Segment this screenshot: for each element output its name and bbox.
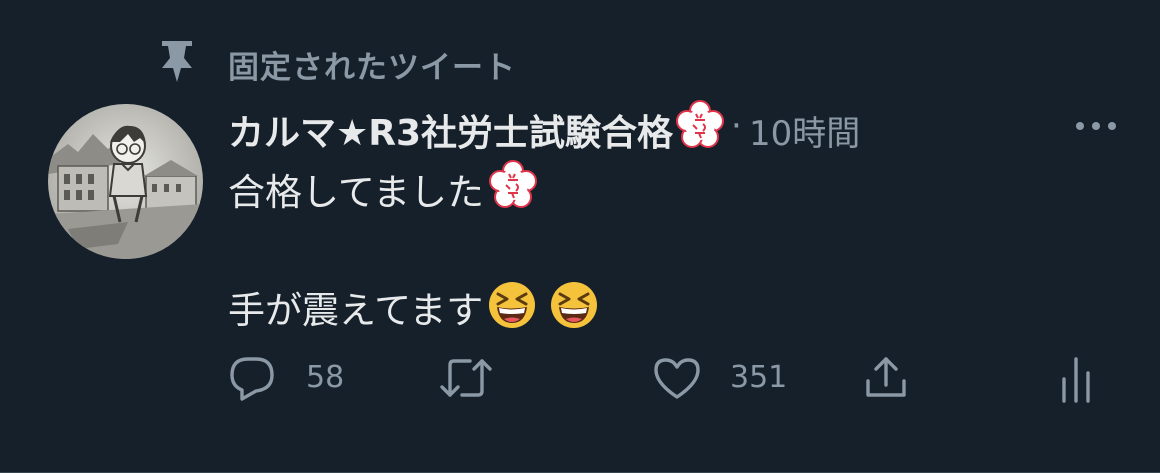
tweet-actions: 58 351 — [0, 350, 1160, 410]
avatar[interactable] — [48, 104, 203, 259]
tweet-card[interactable]: 固定されたツイート カルマ★R3社労士試験合格 · 10時間 合格してました 手… — [0, 0, 1160, 473]
share-button[interactable] — [862, 350, 912, 406]
tweet-text: 合格してました — [228, 171, 485, 214]
sakura-stamp-emoji — [489, 160, 538, 208]
pinned-indicator: 固定されたツイート — [0, 38, 700, 86]
sakura-stamp-emoji — [676, 100, 725, 148]
like-button[interactable]: 351 — [652, 350, 802, 406]
tweet-text: 手が震えてます — [228, 289, 484, 332]
tweet-text-line-1: 合格してました — [228, 160, 538, 216]
meta-separator: · — [731, 106, 742, 146]
reply-button[interactable]: 58 — [228, 350, 358, 406]
heart-icon — [654, 358, 700, 399]
more-options-icon[interactable] — [1072, 112, 1120, 140]
tweet-text-line-2: 手が震えてます — [228, 280, 598, 334]
share-icon — [866, 357, 906, 397]
pinned-label: 固定されたツイート — [228, 50, 516, 86]
reply-count: 58 — [306, 360, 345, 395]
tweet-header: カルマ★R3社労士試験合格 · 10時間 — [228, 100, 1128, 154]
pin-icon — [162, 41, 192, 82]
retweet-icon — [440, 359, 492, 397]
analytics-button[interactable] — [1058, 350, 1098, 406]
grinning-squinting-face-icon — [551, 282, 598, 328]
author-display-name[interactable]: カルマ★R3社労士試験合格 — [228, 104, 673, 156]
like-count: 351 — [730, 360, 788, 395]
reply-icon — [230, 357, 274, 401]
grinning-squinting-face-icon — [489, 282, 536, 328]
analytics-icon — [1062, 357, 1090, 403]
retweet-button[interactable] — [438, 350, 498, 406]
timestamp[interactable]: 10時間 — [749, 106, 860, 155]
